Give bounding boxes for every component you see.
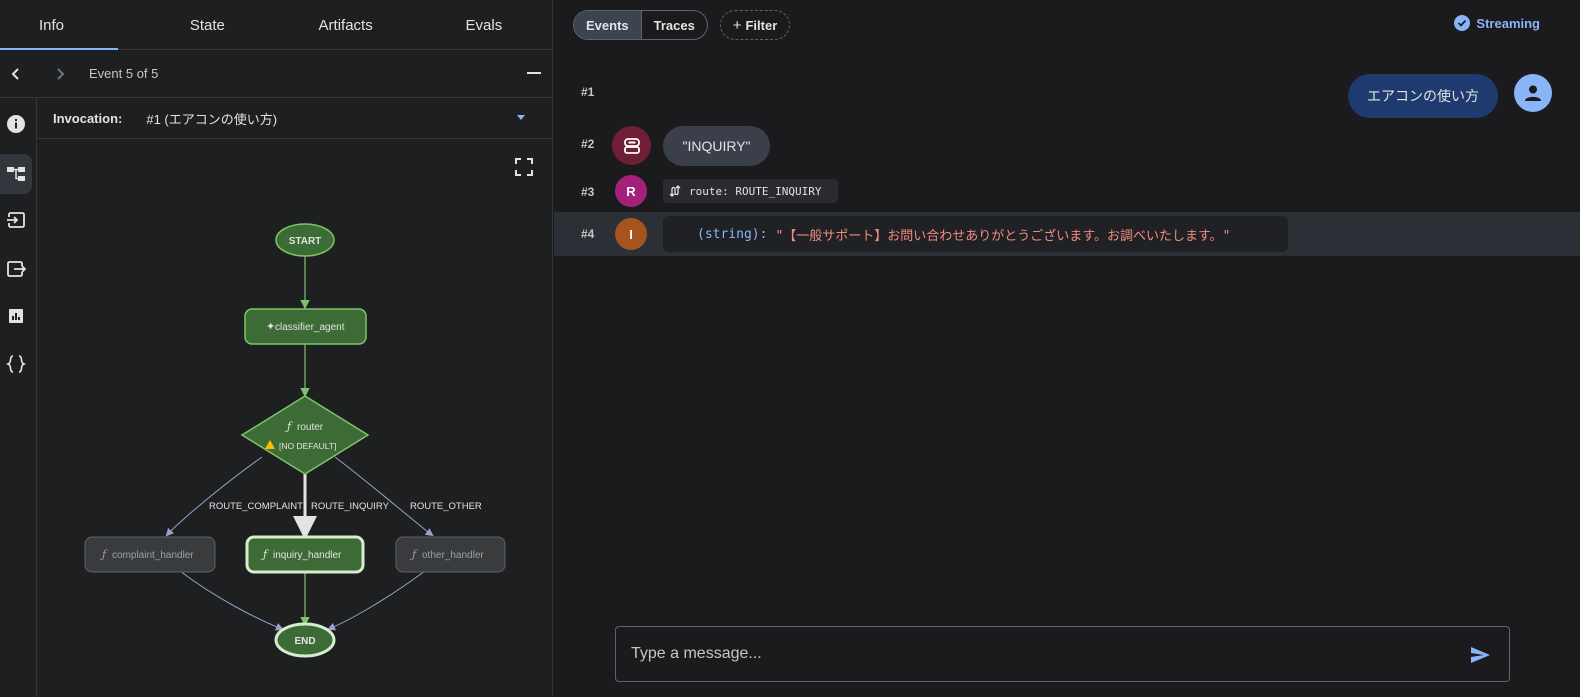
view-toggle: Events Traces bbox=[573, 10, 708, 40]
value-type-label: (string): bbox=[697, 226, 768, 242]
router-avatar-letter: R bbox=[626, 183, 636, 199]
node-end-label: END bbox=[294, 636, 315, 647]
side-rail bbox=[0, 98, 37, 697]
node-other-handler[interactable]: ƒ other_handler bbox=[395, 536, 506, 573]
filter-button[interactable]: + Filter bbox=[720, 10, 790, 40]
chevron-left-icon bbox=[11, 67, 19, 80]
graph-rail-button[interactable] bbox=[0, 154, 32, 194]
state-output-bubble[interactable]: (string): "【一般サポート】お問い合わせありがとうございます。お調べい… bbox=[663, 216, 1288, 252]
chevron-right-icon bbox=[57, 67, 65, 80]
edge-label-inquiry: ROUTE_INQUIRY bbox=[311, 501, 390, 512]
chart-rail-button[interactable] bbox=[0, 296, 32, 336]
previous-event-button[interactable] bbox=[5, 63, 27, 85]
chart-icon bbox=[9, 309, 23, 323]
invocation-selector[interactable]: Invocation: #1 (エアコンの使い方) bbox=[37, 98, 553, 139]
node-end[interactable]: END bbox=[274, 622, 336, 658]
collapse-button[interactable] bbox=[527, 72, 541, 74]
next-event-button[interactable] bbox=[49, 63, 71, 85]
graph-canvas: ROUTE_COMPLAINT ROUTE_INQUIRY ROUTE_OTHE… bbox=[84, 223, 506, 658]
input-icon bbox=[6, 212, 25, 228]
events-toggle-button[interactable]: Events bbox=[574, 11, 642, 39]
node-complaint-handler[interactable]: ƒ complaint_handler bbox=[84, 536, 216, 573]
event-navigator: Event 5 of 5 bbox=[0, 50, 553, 98]
route-icon bbox=[669, 185, 681, 197]
input-rail-button[interactable] bbox=[0, 200, 32, 240]
send-icon[interactable] bbox=[1469, 644, 1491, 666]
event-number: #2 bbox=[581, 137, 595, 151]
tab-state[interactable]: State bbox=[138, 0, 276, 50]
tab-bar: Info State Artifacts Evals bbox=[0, 0, 553, 50]
code-rail-button[interactable] bbox=[0, 344, 32, 384]
agent-avatar bbox=[612, 126, 651, 165]
node-inquiry-label: inquiry_handler bbox=[273, 550, 342, 561]
node-start[interactable]: START bbox=[275, 223, 335, 257]
inquiry-avatar-letter: I bbox=[629, 226, 633, 242]
info-rail-button[interactable] bbox=[0, 104, 32, 144]
output-rail-button[interactable] bbox=[0, 249, 32, 289]
output-icon bbox=[7, 261, 26, 277]
event-panel: Events Traces + Filter Streaming #1 エアコン… bbox=[554, 0, 1580, 697]
route-text: route: ROUTE_INQUIRY bbox=[689, 184, 822, 198]
message-input[interactable] bbox=[631, 645, 1451, 663]
tab-evals[interactable]: Evals bbox=[415, 0, 553, 50]
inquiry-avatar: I bbox=[615, 218, 647, 250]
streaming-label: Streaming bbox=[1476, 15, 1540, 31]
event-number: #3 bbox=[581, 185, 595, 199]
traces-toggle-button[interactable]: Traces bbox=[642, 11, 707, 39]
edge-label-other: ROUTE_OTHER bbox=[410, 501, 482, 512]
user-message-bubble[interactable]: エアコンの使い方 bbox=[1348, 74, 1498, 118]
node-inquiry-handler[interactable]: ƒ inquiry_handler bbox=[245, 535, 365, 574]
plus-icon: + bbox=[732, 16, 742, 34]
node-complaint-label: complaint_handler bbox=[112, 550, 194, 561]
invocation-value[interactable]: #1 (エアコンの使い方) bbox=[146, 109, 277, 128]
edge-complaint-end bbox=[179, 570, 284, 631]
node-router-label: router bbox=[297, 422, 324, 433]
agent-response-text: "INQUIRY" bbox=[682, 138, 751, 154]
node-classifier-agent[interactable]: ✦ classifier_agent bbox=[244, 308, 367, 345]
person-icon bbox=[1525, 85, 1541, 101]
graph-icon bbox=[7, 167, 25, 181]
route-chip[interactable]: route: ROUTE_INQUIRY bbox=[663, 179, 838, 203]
info-icon bbox=[7, 115, 25, 133]
code-braces-icon bbox=[6, 355, 26, 373]
user-message-text: エアコンの使い方 bbox=[1367, 88, 1479, 104]
event-counter: Event 5 of 5 bbox=[89, 66, 159, 81]
event-number: #4 bbox=[581, 227, 595, 241]
node-router-warning: [NO DEFAULT] bbox=[279, 441, 336, 451]
sparkle-icon: ✦ bbox=[266, 320, 275, 333]
agent-graph: ROUTE_COMPLAINT ROUTE_INQUIRY ROUTE_OTHE… bbox=[37, 139, 553, 697]
edge-router-complaint bbox=[165, 456, 263, 537]
tab-info[interactable]: Info bbox=[0, 0, 138, 50]
edge-router-other bbox=[334, 456, 434, 537]
router-avatar: R bbox=[615, 175, 647, 207]
edge-other-end bbox=[327, 570, 426, 631]
value-string: "【一般サポート】お問い合わせありがとうございます。お調べいたします。" bbox=[775, 228, 1231, 244]
user-avatar bbox=[1514, 74, 1552, 112]
dropdown-caret-icon[interactable] bbox=[517, 115, 525, 120]
message-composer bbox=[615, 626, 1510, 682]
edge-label-complaint: ROUTE_COMPLAINT bbox=[209, 501, 303, 512]
event-number: #1 bbox=[581, 85, 595, 99]
tab-artifacts[interactable]: Artifacts bbox=[277, 0, 415, 50]
left-panel: Info State Artifacts Evals Event 5 of 5 bbox=[0, 0, 553, 697]
agent-response-bubble[interactable]: "INQUIRY" bbox=[663, 126, 770, 166]
check-circle-icon bbox=[1454, 15, 1471, 31]
node-start-label: START bbox=[289, 236, 322, 247]
robot-icon bbox=[623, 137, 640, 154]
node-classifier-label: classifier_agent bbox=[275, 322, 345, 333]
selected-event-row[interactable]: #4 I (string): "【一般サポート】お問い合わせありがとうございます… bbox=[554, 212, 1580, 256]
streaming-toggle[interactable]: Streaming bbox=[1454, 15, 1540, 31]
invocation-label: Invocation: bbox=[53, 110, 123, 126]
filter-label: Filter bbox=[745, 17, 778, 33]
node-other-label: other_handler bbox=[422, 550, 484, 561]
node-router[interactable]: ƒ router [NO DEFAULT] bbox=[240, 395, 370, 475]
